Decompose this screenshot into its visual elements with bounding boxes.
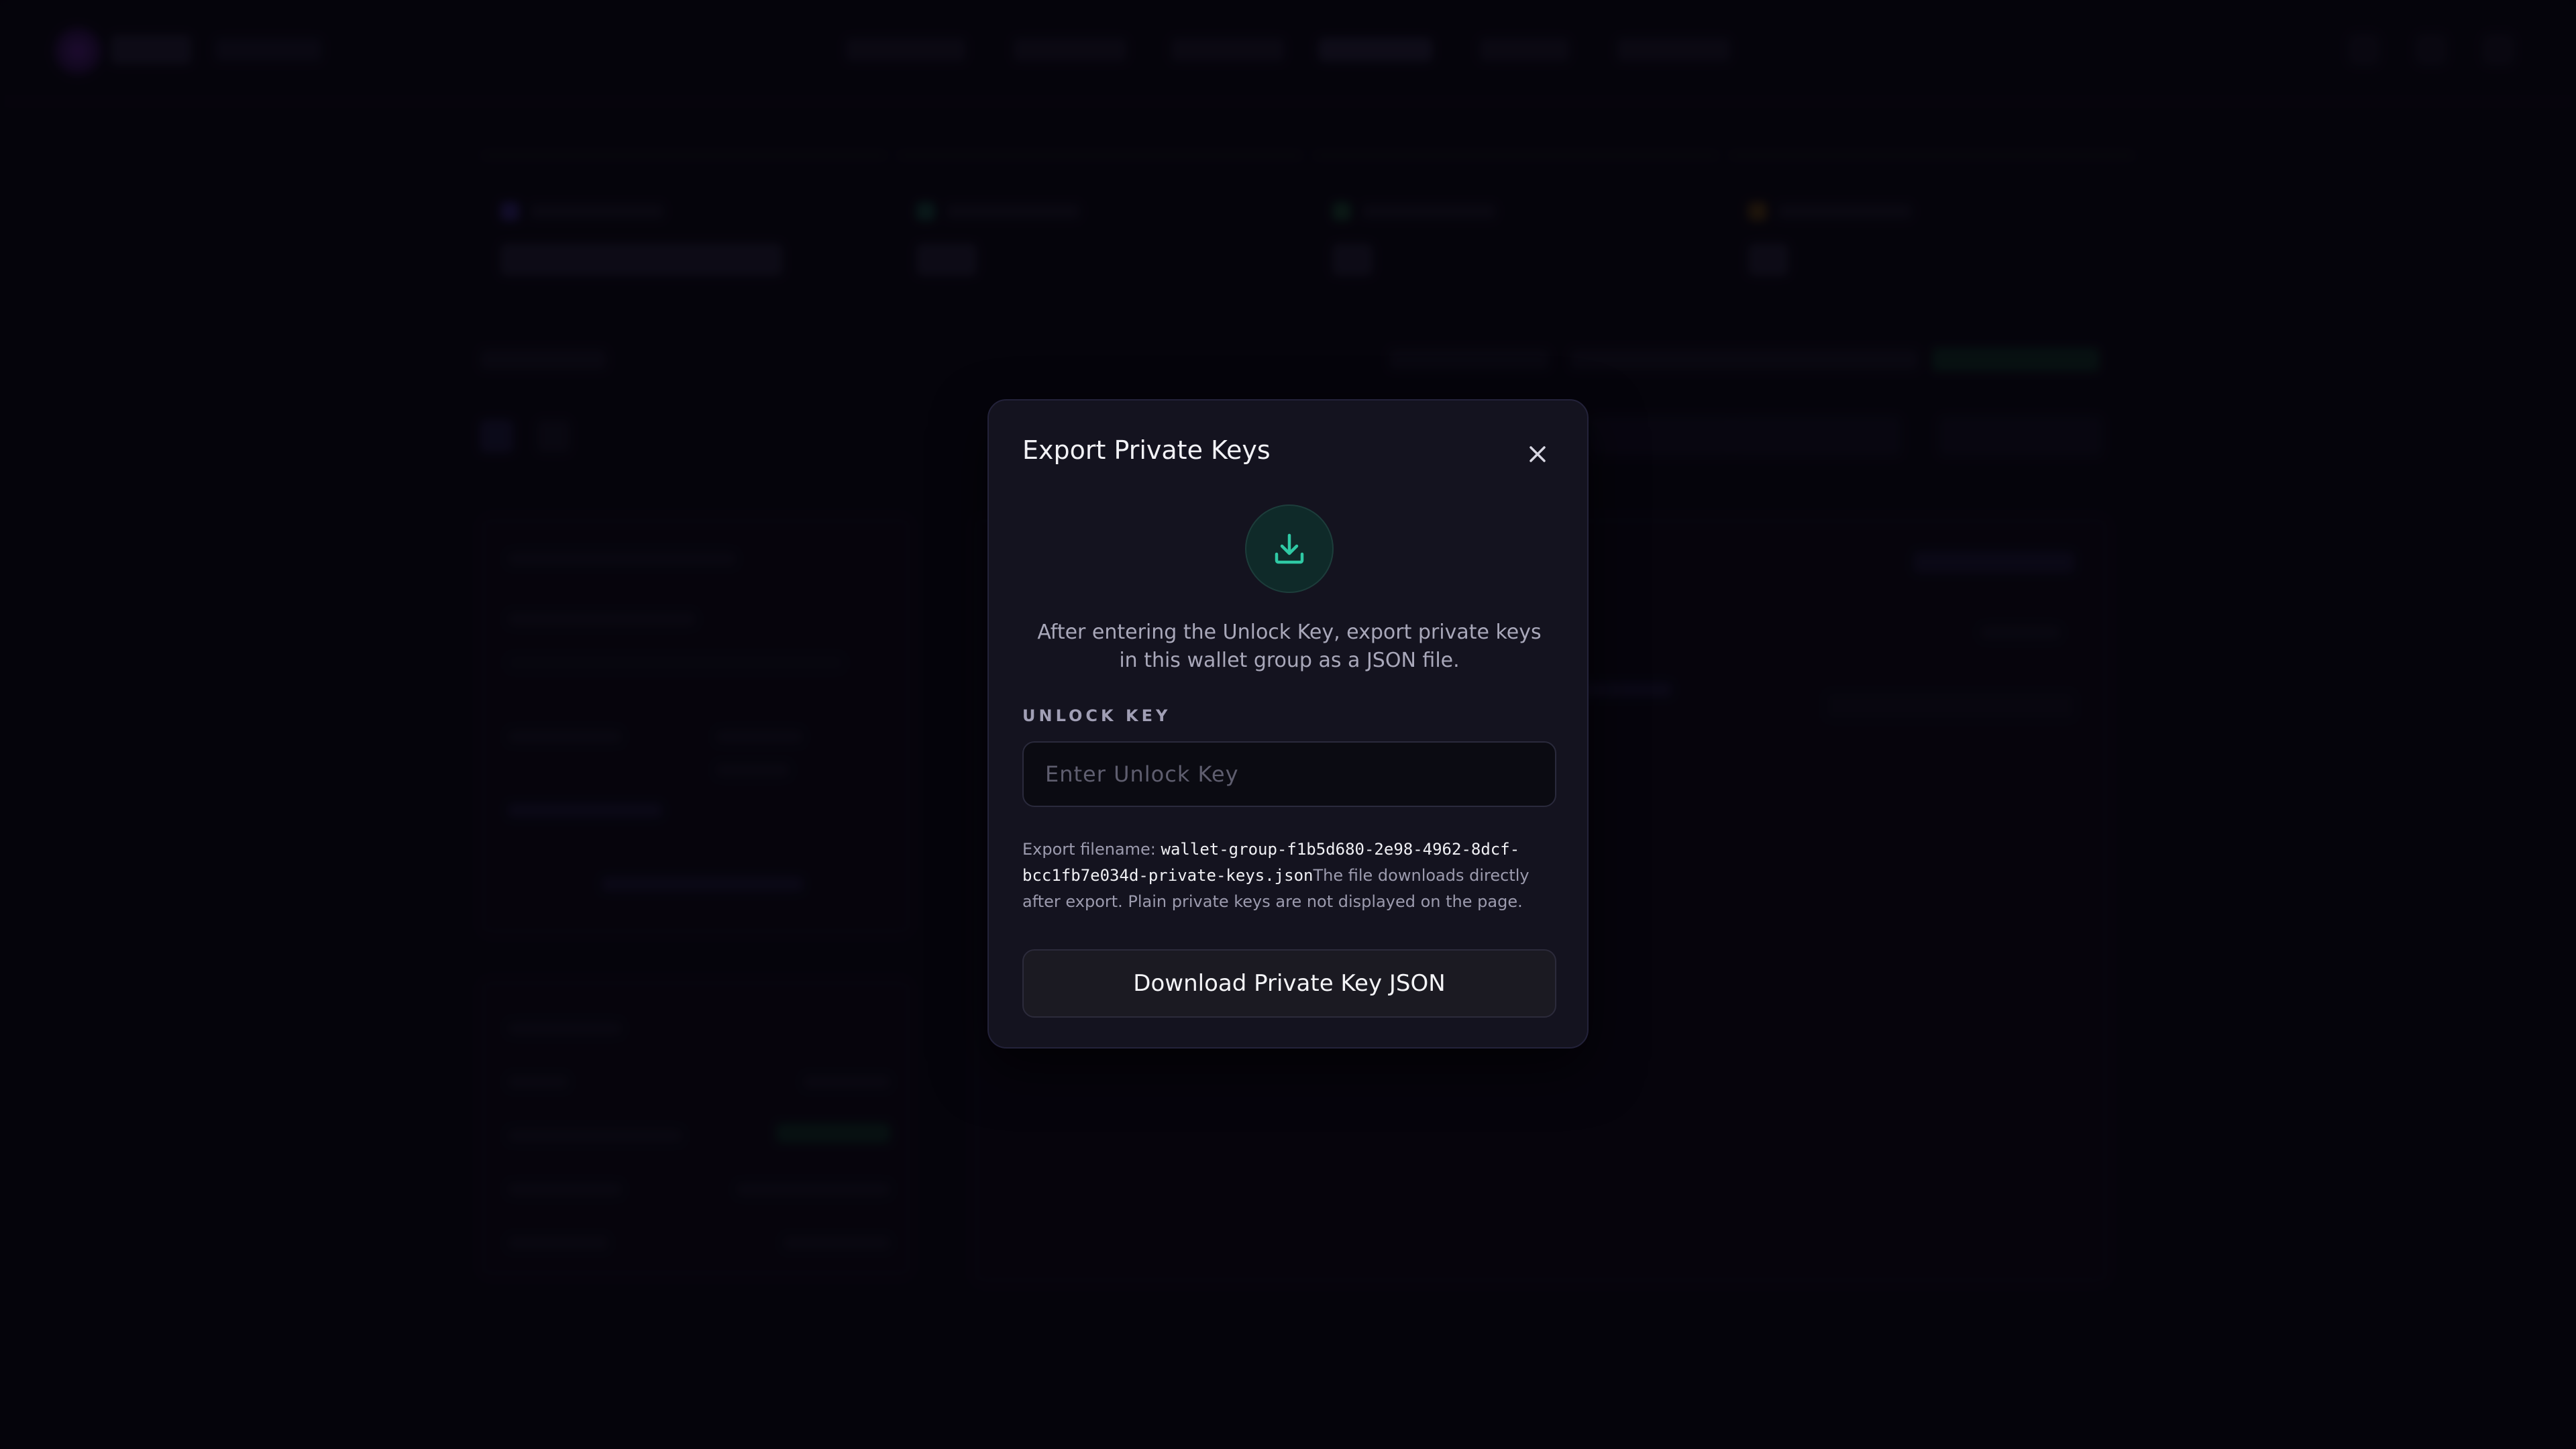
- download-icon: [1275, 533, 1304, 564]
- unlock-key-label: UNLOCK KEY: [1022, 706, 1171, 725]
- dialog-description: After entering the Unlock Key, export pr…: [1037, 621, 1542, 672]
- export-private-keys-dialog: Export Private Keys After entering the U…: [987, 399, 1589, 1049]
- close-button[interactable]: [1519, 435, 1556, 473]
- download-icon-badge: [1245, 504, 1334, 593]
- export-note: Export filename: wallet-group-f1b5d680-2…: [1022, 837, 1559, 915]
- unlock-key-input[interactable]: [1022, 741, 1556, 807]
- close-icon: [1529, 446, 1546, 462]
- download-private-key-json-button[interactable]: Download Private Key JSON: [1022, 949, 1556, 1018]
- dialog-title: Export Private Keys: [1022, 435, 1271, 465]
- export-filename-label: Export filename:: [1022, 840, 1161, 859]
